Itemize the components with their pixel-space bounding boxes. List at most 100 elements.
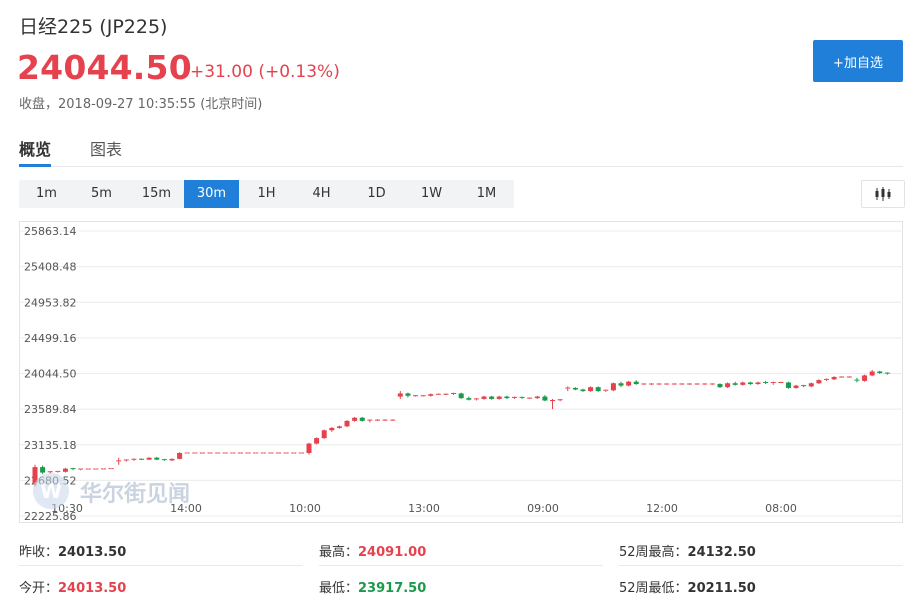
y-tick-label: 22680.52: [24, 474, 77, 487]
period-15m[interactable]: 15m: [129, 180, 184, 208]
x-tick-label: 12:00: [646, 502, 678, 515]
candle-body: [321, 430, 327, 439]
stat-label: 52周最高：: [619, 545, 688, 560]
stat-label: 昨收：: [19, 545, 59, 560]
stat-high: 最高：24091.00: [319, 541, 426, 560]
divider: [619, 565, 903, 566]
candle-body: [352, 417, 358, 421]
y-tick-label: 24499.16: [24, 332, 77, 345]
candle-body: [740, 382, 746, 385]
stat-label: 最低：: [319, 581, 359, 596]
candlestick-icon: [875, 187, 891, 201]
candle-body: [862, 375, 868, 381]
candle-body: [717, 384, 723, 388]
active-tab-indicator: [19, 164, 51, 167]
y-tick-label: 23589.84: [24, 403, 77, 416]
candle-body: [610, 383, 616, 391]
candle-body: [747, 382, 753, 385]
y-tick-label: 24044.50: [24, 368, 77, 381]
candle-body: [62, 468, 68, 472]
chart-type-button[interactable]: [861, 180, 905, 208]
stat-value: 24091.00: [358, 545, 427, 560]
stat-value: 23917.50: [358, 581, 427, 596]
candle-body: [169, 458, 175, 461]
candle-body: [755, 382, 761, 385]
x-tick-label: 10:00: [289, 502, 321, 515]
candle-body: [580, 389, 586, 392]
period-1h[interactable]: 1H: [239, 180, 294, 208]
candle-body: [466, 398, 472, 400]
candle-body: [793, 385, 799, 388]
current-price: 24044.50: [17, 48, 192, 87]
period-selector: 1m 5m 15m 30m 1H 4H 1D 1W 1M: [19, 180, 514, 208]
x-tick-label: 09:00: [527, 502, 559, 515]
price-chart[interactable]: 25863.14 25408.48 24953.82 24499.16 24044.50…: [19, 221, 903, 523]
tab-chart[interactable]: 图表: [90, 136, 122, 160]
period-1mo[interactable]: 1M: [459, 180, 514, 208]
x-tick-label: 08:00: [765, 502, 797, 515]
candle-body: [633, 381, 639, 385]
candle-body: [306, 443, 312, 453]
candle-body: [146, 457, 152, 460]
candle-body: [534, 396, 540, 399]
period-1w[interactable]: 1W: [404, 180, 459, 208]
period-1d[interactable]: 1D: [349, 180, 404, 208]
candle-body: [314, 438, 320, 444]
candle-body: [725, 383, 731, 388]
tab-bar: 概览 图表: [19, 120, 903, 167]
stat-label: 52周最低：: [619, 581, 688, 596]
stat-label: 最高：: [319, 545, 359, 560]
y-tick-label: 23135.18: [24, 439, 77, 452]
x-tick-label: 10:30: [51, 502, 83, 515]
candle-body: [405, 393, 411, 396]
divider: [19, 565, 303, 566]
y-tick-label: 25408.48: [24, 261, 77, 274]
candle-body: [359, 417, 365, 421]
candle-body: [40, 467, 46, 473]
candle-body: [496, 396, 502, 399]
stat-52w-high: 52周最高：24132.50: [619, 541, 756, 560]
period-1m[interactable]: 1m: [19, 180, 74, 208]
candle-body: [595, 387, 601, 392]
market-status: 收盘，2018-09-27 10:35:55 (北京时间): [19, 97, 263, 112]
candle-body: [458, 393, 464, 399]
candle-body: [618, 383, 624, 386]
candle-body: [336, 426, 342, 428]
candle-body: [504, 396, 510, 399]
y-tick-label: 25863.14: [24, 225, 77, 238]
candle-body: [428, 394, 434, 396]
candle-body: [32, 467, 38, 483]
stat-value: 20211.50: [687, 581, 756, 596]
instrument-title: 日经225 (JP225): [19, 16, 168, 38]
candle-body: [816, 380, 822, 384]
candle-body: [154, 457, 160, 460]
tab-overview[interactable]: 概览: [19, 136, 51, 160]
candle-body: [542, 396, 548, 401]
candle-body: [329, 427, 335, 431]
candle-body: [344, 420, 350, 427]
period-5m[interactable]: 5m: [74, 180, 129, 208]
candle-body: [808, 383, 814, 387]
stat-value: 24132.50: [687, 545, 756, 560]
divider: [319, 565, 603, 566]
add-to-watchlist-button[interactable]: +加自选: [813, 40, 903, 82]
period-30m[interactable]: 30m: [184, 180, 239, 208]
candle-body: [397, 393, 403, 397]
candle-body: [869, 371, 875, 376]
chart-svg: 25863.14 25408.48 24953.82 24499.16 24044.50…: [19, 221, 903, 523]
stat-label: 今开：: [19, 581, 59, 596]
candle-body: [588, 387, 594, 392]
candle-body: [481, 396, 487, 399]
candle-body: [785, 382, 791, 388]
candle-body: [831, 376, 837, 380]
stat-value: 24013.50: [58, 581, 127, 596]
y-tick-label: 24953.82: [24, 296, 77, 309]
period-4h[interactable]: 4H: [294, 180, 349, 208]
stat-value: 24013.50: [58, 545, 127, 560]
stat-low: 最低：23917.50: [319, 577, 426, 596]
x-tick-label: 13:00: [408, 502, 440, 515]
candle-body: [177, 452, 183, 459]
stat-52w-low: 52周最低：20211.50: [619, 577, 756, 596]
quote-stats: 昨收：24013.50 最高：24091.00 52周最高：24132.50 今…: [19, 536, 903, 601]
candle-body: [489, 396, 495, 399]
